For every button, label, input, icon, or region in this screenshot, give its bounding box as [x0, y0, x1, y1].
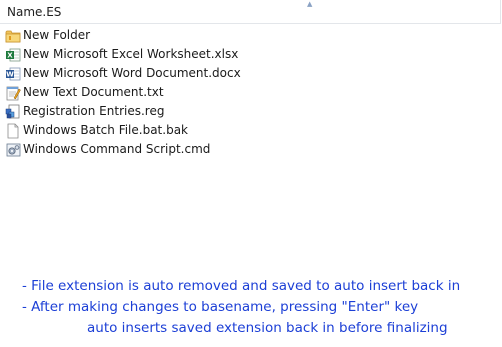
folder-icon [5, 30, 21, 42]
list-item-cmd[interactable]: Windows Command Script.cmd [0, 140, 502, 159]
word-file-icon: W [6, 67, 21, 80]
blank-file-icon [7, 123, 19, 138]
file-name: New Text Document.txt [23, 85, 164, 99]
file-name: New Microsoft Word Document.docx [23, 66, 241, 80]
text-file-icon [6, 86, 21, 100]
note-line-2: - After making changes to basename, pres… [22, 299, 419, 315]
registry-file-icon [5, 104, 20, 118]
file-name: Windows Batch File.bat.bak [23, 123, 188, 137]
column-header[interactable]: ▲ Name.ES [0, 0, 501, 24]
list-item-word[interactable]: W New Microsoft Word Document.docx [0, 64, 502, 83]
sort-ascending-icon: ▲ [307, 0, 313, 8]
file-name: Registration Entries.reg [23, 104, 165, 118]
file-name: Windows Command Script.cmd [23, 142, 211, 156]
list-item-excel[interactable]: X New Microsoft Excel Worksheet.xlsx [0, 45, 502, 64]
command-script-icon [6, 143, 21, 156]
svg-text:X: X [7, 51, 13, 59]
file-name: New Microsoft Excel Worksheet.xlsx [23, 47, 239, 61]
list-item-new-folder[interactable]: New Folder [0, 26, 502, 45]
list-item-registry[interactable]: Registration Entries.reg [0, 102, 502, 121]
excel-file-icon: X [6, 48, 21, 61]
name-column-label[interactable]: Name.ES [7, 5, 61, 19]
note-line-3: auto inserts saved extension back in bef… [87, 320, 448, 336]
file-list: New Folder X New Microsoft Excel Workshe… [0, 26, 502, 159]
file-name: New Folder [23, 28, 91, 42]
note-line-1: - File extension is auto removed and sav… [22, 278, 461, 294]
list-item-batch-bak[interactable]: Windows Batch File.bat.bak [0, 121, 502, 140]
list-item-text[interactable]: New Text Document.txt [0, 83, 502, 102]
svg-text:W: W [6, 70, 14, 78]
